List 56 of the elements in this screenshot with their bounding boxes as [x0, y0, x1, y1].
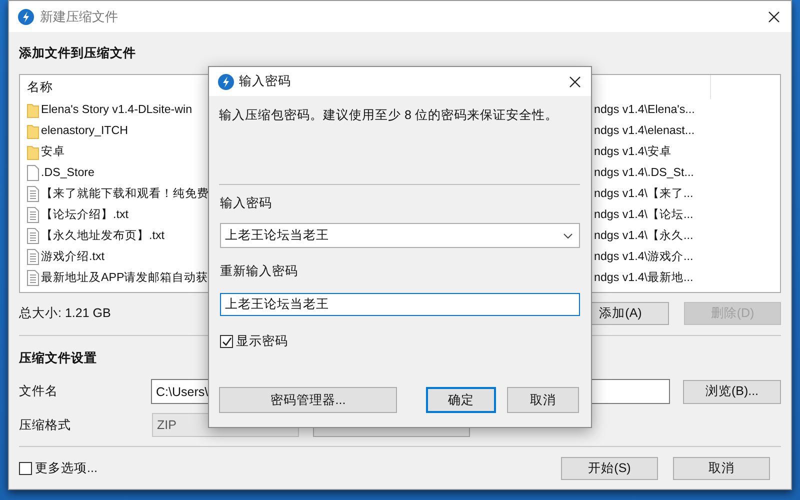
- field-label: 输入密码: [220, 195, 273, 211]
- file-name: 【论坛介绍】.txt: [41, 207, 128, 222]
- section-heading: 添加文件到压缩文件: [19, 45, 137, 61]
- document-icon: [27, 186, 39, 202]
- password-manager-button[interactable]: 密码管理器...: [219, 387, 397, 413]
- document-icon: [27, 228, 39, 244]
- logo-icon: [18, 8, 34, 24]
- file-name: Elena's Story v1.4-DLsite-win: [41, 103, 192, 116]
- folder-icon: [27, 102, 39, 118]
- checkbox-label: 显示密码: [236, 333, 288, 350]
- close-icon[interactable]: [568, 74, 582, 88]
- table-cell: ndgs v1.4\【永久...: [593, 228, 694, 243]
- logo-icon: [218, 74, 234, 90]
- table-cell: ndgs v1.4\安卓: [593, 144, 672, 159]
- total-size: 总大小: 1.21 GB: [19, 305, 112, 322]
- document-icon: [27, 206, 39, 222]
- checkbox[interactable]: [19, 462, 32, 475]
- file-icon: [27, 164, 39, 180]
- file-name: 最新地址及APP请发邮箱自动获: [41, 270, 208, 285]
- folder-icon: [27, 144, 39, 160]
- table-cell: ndgs v1.4\【论坛...: [593, 207, 694, 222]
- table-cell: ndgs v1.4\最新地...: [593, 270, 694, 285]
- field-label: 文件名: [19, 383, 59, 400]
- window-title: 新建压缩文件: [40, 8, 118, 26]
- password-field[interactable]: 上老王论坛当老王: [220, 293, 580, 316]
- field-label: 重新输入密码: [220, 263, 299, 279]
- table-cell: ndgs v1.4\游戏介...: [593, 249, 694, 264]
- file-name: .DS_Store: [41, 166, 94, 179]
- instruction-text: 输入压缩包密码。建议使用至少 8 位的密码来保证安全性。: [219, 107, 559, 123]
- start-button[interactable]: 开始(S): [561, 457, 658, 480]
- cancel-button[interactable]: 取消: [507, 387, 579, 413]
- folder-icon: [27, 122, 39, 138]
- chevron-down-icon: [563, 232, 573, 238]
- file-name: 游戏介绍.txt: [41, 249, 104, 264]
- table-cell: ndgs v1.4\【来了...: [593, 186, 694, 201]
- table-cell: ndgs v1.4\elenast...: [593, 124, 695, 137]
- field-label: 压缩格式: [19, 416, 72, 434]
- table-cell: ndgs v1.4\.DS_St...: [593, 166, 694, 179]
- close-icon[interactable]: [767, 10, 781, 24]
- ok-button[interactable]: 确定: [426, 387, 496, 413]
- password-input[interactable]: 上老王论坛当老王: [221, 228, 521, 242]
- table-cell: ndgs v1.4\Elena's...: [593, 103, 695, 116]
- file-name: elenastory_ITCH: [41, 124, 128, 137]
- browse-button[interactable]: 浏览(B)...: [683, 380, 781, 404]
- cancel-button[interactable]: 取消: [673, 457, 770, 480]
- checked-checkbox[interactable]: [220, 335, 233, 348]
- checkbox-label: 更多选项...: [35, 460, 98, 477]
- check-icon: [220, 336, 232, 348]
- document-icon: [27, 248, 39, 264]
- file-name: 【来了就能下载和观看！纯免费: [41, 186, 209, 201]
- document-icon: [27, 270, 39, 286]
- section-heading: 压缩文件设置: [19, 350, 98, 366]
- dialog-title: 输入密码: [239, 73, 291, 90]
- file-name: 安卓: [41, 144, 65, 159]
- file-name: 【永久地址发布页】.txt: [41, 228, 164, 243]
- password-combo-field[interactable]: 上老王论坛当老王: [220, 223, 580, 248]
